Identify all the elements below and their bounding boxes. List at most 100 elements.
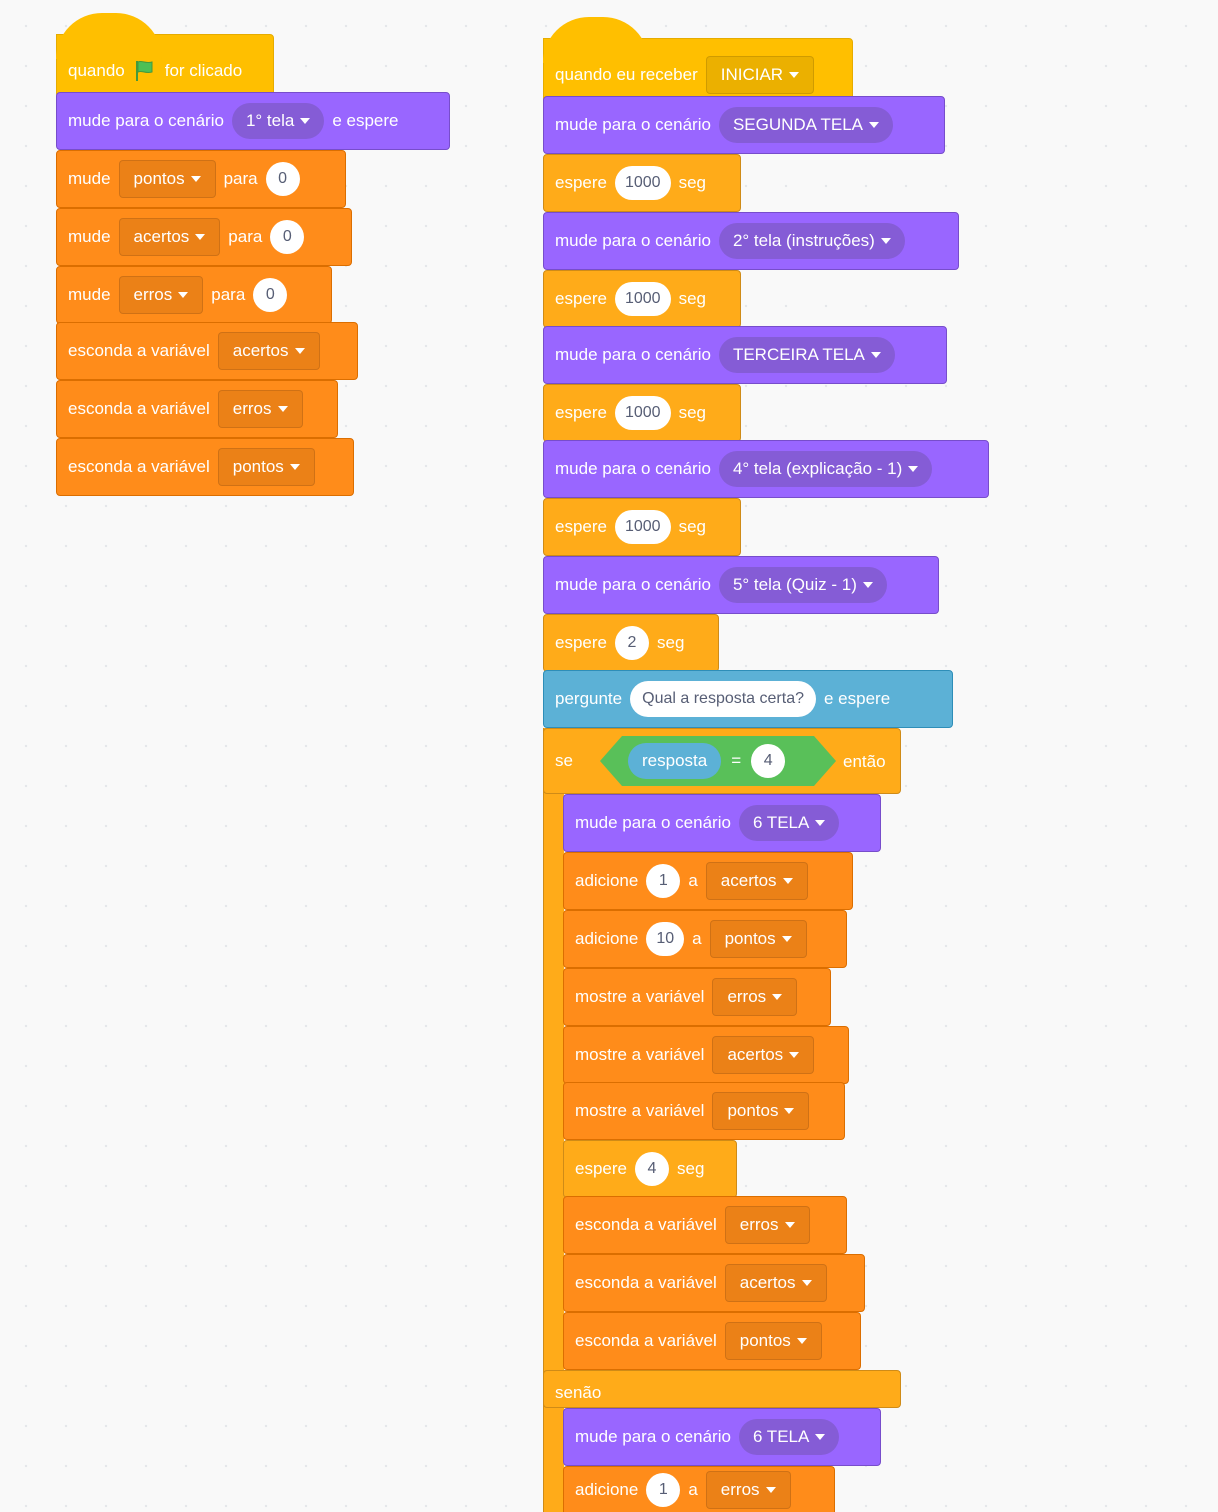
seconds-input[interactable]: 1000: [614, 510, 671, 544]
seconds-input[interactable]: 1000: [614, 282, 671, 316]
chevron-down-icon: [796, 1338, 807, 1344]
wait-block[interactable]: espere 1000 seg: [543, 270, 741, 328]
backdrop-dropdown[interactable]: TERCEIRA TELA: [718, 337, 895, 373]
variable-dropdown[interactable]: acertos: [724, 1264, 827, 1302]
show-variable-block[interactable]: mostre a variável pontos: [563, 1082, 845, 1140]
answer-reporter[interactable]: resposta: [628, 743, 721, 779]
wait-block[interactable]: espere 1000 seg: [543, 498, 741, 556]
else-label: senão: [555, 1383, 602, 1402]
block-suffix: e espere: [332, 111, 399, 130]
wait-block[interactable]: espere 1000 seg: [543, 384, 741, 442]
switch-backdrop-block[interactable]: mude para o cenário 2° tela (instruções): [543, 212, 959, 270]
block-label: mostre a variável: [575, 987, 705, 1006]
variable-dropdown[interactable]: pontos: [709, 920, 807, 958]
variable-dropdown[interactable]: pontos: [118, 160, 216, 198]
block-label: pergunte: [555, 689, 623, 708]
chevron-down-icon: [870, 352, 881, 358]
change-variable-block[interactable]: adicione 1 a erros: [563, 1466, 835, 1512]
hide-variable-block[interactable]: esconda a variável pontos: [56, 438, 354, 496]
switch-backdrop-block[interactable]: mude para o cenário 6 TELA: [563, 794, 881, 852]
variable-dropdown[interactable]: pontos: [712, 1092, 810, 1130]
hide-variable-block[interactable]: esconda a variável acertos: [56, 322, 358, 380]
block-label: adicione: [575, 871, 639, 890]
value-input[interactable]: 0: [253, 278, 288, 312]
switch-backdrop-block[interactable]: mude para o cenário TERCEIRA TELA: [543, 326, 947, 384]
block-label: espere: [575, 1159, 627, 1178]
equals-operator[interactable]: resposta = 4: [600, 736, 836, 786]
wait-block[interactable]: espere 2 seg: [543, 614, 719, 672]
ask-and-wait-block[interactable]: pergunte Qual a resposta certa? e espere: [543, 670, 953, 728]
variable-dropdown[interactable]: pontos: [724, 1322, 822, 1360]
variable-dropdown[interactable]: erros: [724, 1206, 810, 1244]
block-label: mude para o cenário: [555, 231, 711, 250]
variable-dropdown[interactable]: erros: [118, 276, 204, 314]
seconds-input[interactable]: 1000: [614, 396, 671, 430]
switch-backdrop-block[interactable]: mude para o cenário 4° tela (explicação …: [543, 440, 989, 498]
hide-variable-block[interactable]: esconda a variável acertos: [563, 1254, 865, 1312]
backdrop-dropdown[interactable]: 4° tela (explicação - 1): [718, 451, 933, 487]
value-input[interactable]: 0: [265, 162, 300, 196]
switch-backdrop-block[interactable]: mude para o cenário SEGUNDA TELA: [543, 96, 945, 154]
show-variable-block[interactable]: mostre a variável erros: [563, 968, 831, 1026]
backdrop-dropdown[interactable]: 2° tela (instruções): [718, 223, 905, 259]
amount-input[interactable]: 1: [646, 1472, 681, 1507]
block-label-to: a: [688, 871, 698, 890]
block-label: mude: [68, 227, 111, 246]
hide-variable-block[interactable]: esconda a variável erros: [563, 1196, 847, 1254]
variable-dropdown[interactable]: erros: [705, 1470, 791, 1509]
switch-backdrop-block[interactable]: mude para o cenário 5° tela (Quiz - 1): [543, 556, 939, 614]
backdrop-dropdown[interactable]: 6 TELA: [738, 805, 840, 841]
seconds-input[interactable]: 2: [614, 626, 649, 660]
variable-dropdown[interactable]: acertos: [118, 218, 221, 256]
question-input[interactable]: Qual a resposta certa?: [630, 681, 816, 717]
set-variable-block[interactable]: mude erros para 0: [56, 266, 332, 324]
block-label: mude para o cenário: [555, 345, 711, 364]
wait-block[interactable]: espere 1000 seg: [543, 154, 741, 212]
value-input[interactable]: 0: [270, 220, 305, 254]
compare-value-input[interactable]: 4: [751, 744, 785, 778]
block-label: mude para o cenário: [68, 111, 224, 130]
variable-dropdown[interactable]: erros: [217, 390, 303, 428]
backdrop-dropdown[interactable]: SEGUNDA TELA: [718, 107, 894, 143]
block-label: esconda a variável: [68, 341, 210, 360]
backdrop-dropdown[interactable]: 1° tela: [231, 103, 325, 139]
variable-dropdown[interactable]: acertos: [705, 862, 808, 900]
block-label: mostre a variável: [575, 1101, 705, 1120]
when-flag-clicked-hat[interactable]: quando for clicado: [56, 13, 274, 98]
hide-variable-block[interactable]: esconda a variável erros: [56, 380, 338, 438]
variable-value: acertos: [739, 1273, 796, 1292]
seconds-input[interactable]: 4: [634, 1152, 669, 1186]
backdrop-value: 5° tela (Quiz - 1): [732, 575, 857, 594]
variable-value: pontos: [133, 169, 185, 188]
variable-dropdown[interactable]: acertos: [712, 1036, 815, 1074]
chevron-down-icon: [781, 936, 792, 942]
message-dropdown[interactable]: INICIAR: [705, 56, 815, 94]
amount-input[interactable]: 10: [646, 922, 685, 956]
backdrop-dropdown[interactable]: 5° tela (Quiz - 1): [718, 567, 887, 603]
chevron-down-icon: [300, 118, 311, 124]
block-label: mostre a variável: [575, 1045, 705, 1064]
seconds-input[interactable]: 1000: [614, 166, 671, 200]
set-variable-block[interactable]: mude acertos para 0: [56, 208, 352, 266]
block-label: esconda a variável: [575, 1273, 717, 1292]
variable-dropdown[interactable]: pontos: [217, 448, 315, 486]
chevron-down-icon: [178, 292, 189, 298]
block-label: espere: [555, 403, 607, 422]
switch-backdrop-and-wait-block[interactable]: mude para o cenário 1° tela e espere: [56, 92, 450, 150]
change-variable-block[interactable]: adicione 1 a acertos: [563, 852, 853, 910]
amount-input[interactable]: 1: [646, 864, 681, 898]
backdrop-dropdown[interactable]: 6 TELA: [738, 1419, 840, 1455]
when-i-receive-hat[interactable]: quando eu receber INICIAR: [543, 17, 853, 102]
set-variable-block[interactable]: mude pontos para 0: [56, 150, 346, 208]
switch-backdrop-block[interactable]: mude para o cenário 6 TELA: [563, 1408, 881, 1466]
chevron-down-icon: [862, 582, 873, 588]
show-variable-block[interactable]: mostre a variável acertos: [563, 1026, 849, 1084]
hat-label: quando: [68, 61, 125, 80]
wait-block[interactable]: espere 4 seg: [563, 1140, 737, 1198]
hide-variable-block[interactable]: esconda a variável pontos: [563, 1312, 861, 1370]
change-variable-block[interactable]: adicione 10 a pontos: [563, 910, 847, 968]
chevron-down-icon: [277, 406, 288, 412]
block-label: espere: [555, 633, 607, 652]
variable-dropdown[interactable]: erros: [712, 978, 798, 1016]
variable-dropdown[interactable]: acertos: [217, 332, 320, 370]
